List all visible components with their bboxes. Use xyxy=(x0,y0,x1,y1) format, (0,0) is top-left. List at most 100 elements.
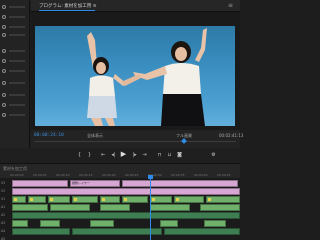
timeline-clip[interactable] xyxy=(12,212,240,219)
keyframe-toggle-icon[interactable] xyxy=(2,5,6,9)
extract-icon[interactable]: ⊔ xyxy=(166,152,173,159)
mark-in-icon[interactable]: { xyxy=(76,152,83,159)
timeline-clip[interactable] xyxy=(12,228,70,235)
timeline-clip[interactable] xyxy=(122,196,148,203)
timeline-clip[interactable] xyxy=(174,196,204,203)
track-v3: V3 調整レイヤー xyxy=(0,180,240,187)
monitor-scrub-bar[interactable] xyxy=(34,141,236,142)
panel-row[interactable] xyxy=(2,14,28,20)
panel-row[interactable] xyxy=(2,32,28,38)
fx-badge-icon xyxy=(30,197,33,201)
export-frame-icon[interactable]: ◙ xyxy=(176,152,183,159)
panel-row[interactable] xyxy=(2,112,28,118)
timeline-clip[interactable] xyxy=(164,228,240,235)
panel-row[interactable] xyxy=(2,102,28,108)
timeline-clip[interactable] xyxy=(150,204,190,211)
ruler-tick: 00:00:05 xyxy=(33,173,47,177)
keyframe-toggle-icon[interactable] xyxy=(2,113,6,117)
fx-badge-icon xyxy=(14,197,17,201)
monitor-controls: 00:00:24:10 全体表示 フル画質 00:02:41:13 xyxy=(31,130,243,148)
ruler-tick: 00:00:45 xyxy=(217,173,231,177)
timeline-clip[interactable] xyxy=(12,196,26,203)
ruler-tick: 00:00:40 xyxy=(194,173,208,177)
sequence-tab[interactable]: 素材を加工用 xyxy=(3,166,27,172)
track-label[interactable]: V3 xyxy=(1,181,9,186)
timeline-clip[interactable] xyxy=(100,196,120,203)
track-label[interactable]: V2 xyxy=(1,189,9,194)
panel-row[interactable] xyxy=(2,80,28,86)
timeline-clip[interactable] xyxy=(12,204,48,211)
panel-row[interactable] xyxy=(2,92,28,98)
timeline-playhead[interactable] xyxy=(150,178,151,240)
keyframe-toggle-icon[interactable] xyxy=(2,69,6,73)
timeline-clip[interactable] xyxy=(48,196,70,203)
ruler-tick: 00:00:15 xyxy=(79,173,93,177)
track-a1: A1 xyxy=(0,204,240,211)
timeline-clip[interactable] xyxy=(122,180,238,187)
panel-row[interactable] xyxy=(2,68,28,74)
monitor-playhead[interactable] xyxy=(181,138,187,144)
timeline-clip[interactable] xyxy=(28,196,46,203)
timeline-clip[interactable] xyxy=(72,228,162,235)
play-icon[interactable]: ▶ xyxy=(119,151,128,160)
fx-badge-icon xyxy=(102,197,105,201)
hamburger-menu-icon[interactable]: ≡ xyxy=(228,3,234,9)
ruler-tick: 00:00:20 xyxy=(102,173,116,177)
step-back-icon[interactable]: ◂| xyxy=(110,152,117,159)
keyframe-toggle-icon[interactable] xyxy=(2,15,6,19)
step-forward-icon[interactable]: |▸ xyxy=(131,152,138,159)
adjustment-layer-clip[interactable]: 調整レイヤー xyxy=(70,180,120,187)
keyframe-toggle-icon[interactable] xyxy=(2,59,6,63)
keyframe-toggle-icon[interactable] xyxy=(2,81,6,85)
timeline-header: 素材を加工用 00:00:00 00:00:05 00:00:10 00:00:… xyxy=(0,164,240,178)
panel-row[interactable] xyxy=(2,48,28,54)
fx-badge-icon xyxy=(50,197,53,201)
fx-badge-icon xyxy=(152,197,155,201)
fx-badge-icon xyxy=(176,197,179,201)
playhead-timecode[interactable]: 00:00:24:10 xyxy=(34,133,64,138)
go-to-in-icon[interactable]: ⇤ xyxy=(100,152,107,159)
mark-out-icon[interactable]: } xyxy=(86,152,93,159)
panel-row[interactable] xyxy=(2,4,28,10)
time-ruler[interactable]: 00:00:00 00:00:05 00:00:10 00:00:15 00:0… xyxy=(10,173,240,177)
timeline-clip[interactable] xyxy=(12,180,68,187)
settings-icon[interactable]: ⚙ xyxy=(210,152,217,159)
track-label[interactable]: V1 xyxy=(1,197,9,202)
track-v2: V2 xyxy=(0,188,240,195)
person-right-figure xyxy=(133,28,207,126)
timeline-clip[interactable] xyxy=(200,204,240,211)
track-label[interactable]: A3 xyxy=(1,221,9,226)
track-label[interactable]: A2 xyxy=(1,213,9,218)
keyframe-toggle-icon[interactable] xyxy=(2,103,6,107)
timeline-clip[interactable] xyxy=(12,220,28,227)
program-monitor-tab[interactable]: プログラム: 素材を加工用 ≡ xyxy=(39,3,109,10)
track-a3: A3 xyxy=(0,220,240,227)
timeline-clip[interactable] xyxy=(100,204,130,211)
track-label[interactable]: A1 xyxy=(1,205,9,210)
timeline-clip[interactable] xyxy=(72,196,98,203)
timeline-clip[interactable] xyxy=(50,204,90,211)
transport-controls: { } ⇤ ◂| ▶ |▸ ⇥ ⊓ ⊔ ◙ ⚙ xyxy=(0,148,240,164)
keyframe-toggle-icon[interactable] xyxy=(2,49,6,53)
timeline-clip[interactable] xyxy=(150,196,172,203)
go-to-out-icon[interactable]: ⇥ xyxy=(141,152,148,159)
panel-row[interactable] xyxy=(2,24,28,30)
track-label[interactable]: A4 xyxy=(1,229,9,234)
timeline-clip[interactable] xyxy=(12,188,240,195)
panel-row[interactable] xyxy=(2,58,28,64)
timeline-clip[interactable] xyxy=(90,220,114,227)
keyframe-toggle-icon[interactable] xyxy=(2,25,6,29)
program-monitor[interactable] xyxy=(31,12,240,130)
zoom-fit-select[interactable]: 全体表示 xyxy=(87,133,103,139)
fx-badge-icon xyxy=(124,197,127,201)
timeline-clip[interactable] xyxy=(40,220,60,227)
keyframe-toggle-icon[interactable] xyxy=(2,93,6,97)
timeline-clip[interactable] xyxy=(206,196,240,203)
timeline-clip[interactable] xyxy=(204,220,226,227)
track-a4: A4 xyxy=(0,228,240,235)
lift-icon[interactable]: ⊓ xyxy=(156,152,163,159)
ruler-tick: 00:00:10 xyxy=(56,173,70,177)
keyframe-toggle-icon[interactable] xyxy=(2,33,6,37)
timeline-clip[interactable] xyxy=(160,220,178,227)
video-preview[interactable] xyxy=(35,26,235,126)
